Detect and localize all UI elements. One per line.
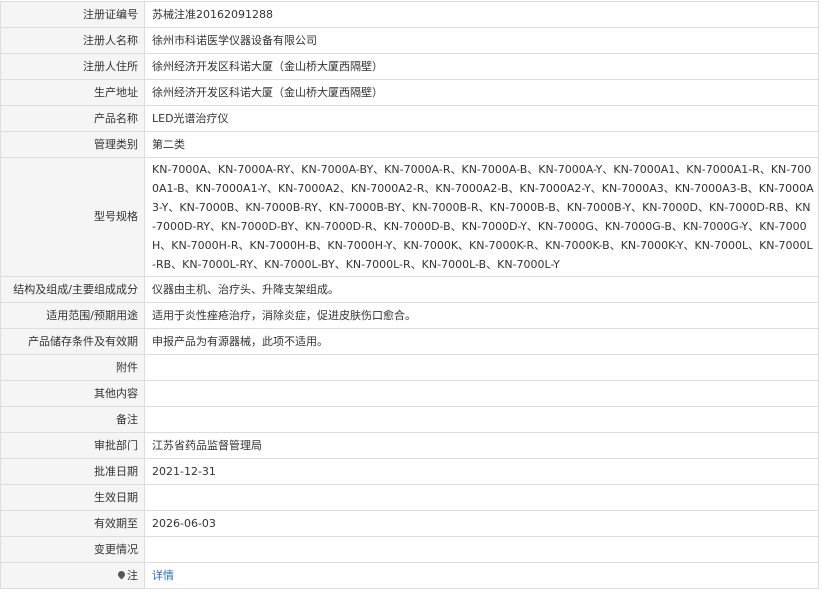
details-link[interactable]: 详情: [152, 569, 174, 582]
label-reg-no: 注册证编号: [0, 1, 145, 28]
row-approval-dept: 审批部门 江苏省药品监督管理局: [0, 432, 819, 459]
value-remarks: [144, 406, 819, 433]
label-structure: 结构及组成/主要组成成分: [0, 276, 145, 303]
value-changes: [144, 536, 819, 563]
value-storage: 申报产品为有源器械，此项不适用。: [144, 328, 819, 355]
pin-icon: [116, 569, 127, 579]
value-other: [144, 380, 819, 407]
label-model-spec: 型号规格: [0, 157, 145, 277]
label-other: 其他内容: [0, 380, 145, 407]
label-note: 注: [0, 562, 145, 589]
value-attachment: [144, 354, 819, 381]
label-valid-until: 有效期至: [0, 510, 145, 537]
label-approval-date: 批准日期: [0, 458, 145, 485]
value-production-address: 徐州经济开发区科诺大厦（金山桥大厦西隔壁）: [144, 79, 819, 106]
row-model-spec: 型号规格 KN-7000A、KN-7000A-RY、KN-7000A-BY、KN…: [0, 157, 819, 277]
row-changes: 变更情况: [0, 536, 819, 563]
label-note-text: 注: [127, 568, 138, 582]
row-storage: 产品储存条件及有效期 申报产品为有源器械，此项不适用。: [0, 328, 819, 355]
row-registrant-name: 注册人名称 徐州市科诺医学仪器设备有限公司: [0, 27, 819, 54]
value-effective-date: [144, 484, 819, 511]
label-registrant-name: 注册人名称: [0, 27, 145, 54]
row-product-name: 产品名称 LED光谱治疗仪: [0, 105, 819, 132]
value-management-class: 第二类: [144, 131, 819, 158]
label-management-class: 管理类别: [0, 131, 145, 158]
value-model-spec: KN-7000A、KN-7000A-RY、KN-7000A-BY、KN-7000…: [144, 157, 819, 277]
row-structure: 结构及组成/主要组成成分 仪器由主机、治疗头、升降支架组成。: [0, 276, 819, 303]
value-intended-use: 适用于炎性痤疮治疗，消除炎症，促进皮肤伤口愈合。: [144, 302, 819, 329]
label-remarks: 备注: [0, 406, 145, 433]
row-note: 注 详情: [0, 562, 819, 589]
row-approval-date: 批准日期 2021-12-31: [0, 458, 819, 485]
label-product-name: 产品名称: [0, 105, 145, 132]
label-registrant-address: 注册人住所: [0, 53, 145, 80]
value-valid-until: 2026-06-03: [144, 510, 819, 537]
value-approval-date: 2021-12-31: [144, 458, 819, 485]
label-attachment: 附件: [0, 354, 145, 381]
label-storage: 产品储存条件及有效期: [0, 328, 145, 355]
row-reg-no: 注册证编号 苏械注准20162091288: [0, 1, 819, 28]
value-approval-dept: 江苏省药品监督管理局: [144, 432, 819, 459]
label-approval-dept: 审批部门: [0, 432, 145, 459]
label-production-address: 生产地址: [0, 79, 145, 106]
label-intended-use: 适用范围/预期用途: [0, 302, 145, 329]
row-valid-until: 有效期至 2026-06-03: [0, 510, 819, 537]
row-attachment: 附件: [0, 354, 819, 381]
value-reg-no: 苏械注准20162091288: [144, 1, 819, 28]
row-intended-use: 适用范围/预期用途 适用于炎性痤疮治疗，消除炎症，促进皮肤伤口愈合。: [0, 302, 819, 329]
value-registrant-name: 徐州市科诺医学仪器设备有限公司: [144, 27, 819, 54]
label-changes: 变更情况: [0, 536, 145, 563]
value-note: 详情: [144, 562, 819, 589]
row-production-address: 生产地址 徐州经济开发区科诺大厦（金山桥大厦西隔壁）: [0, 79, 819, 106]
row-other: 其他内容: [0, 380, 819, 407]
value-product-name: LED光谱治疗仪: [144, 105, 819, 132]
row-management-class: 管理类别 第二类: [0, 131, 819, 158]
row-effective-date: 生效日期: [0, 484, 819, 511]
row-registrant-address: 注册人住所 徐州经济开发区科诺大厦（金山桥大厦西隔壁）: [0, 53, 819, 80]
registration-detail-table: 注册证编号 苏械注准20162091288 注册人名称 徐州市科诺医学仪器设备有…: [0, 1, 819, 589]
label-effective-date: 生效日期: [0, 484, 145, 511]
value-registrant-address: 徐州经济开发区科诺大厦（金山桥大厦西隔壁）: [144, 53, 819, 80]
row-remarks: 备注: [0, 406, 819, 433]
value-structure: 仪器由主机、治疗头、升降支架组成。: [144, 276, 819, 303]
